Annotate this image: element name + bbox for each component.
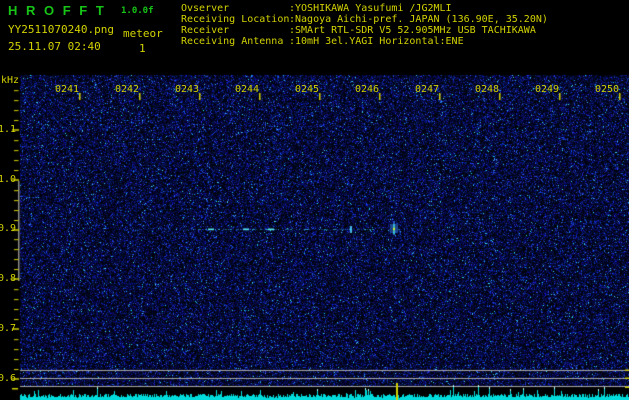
receiving-antenna-value: :10mH 3el.YAGI Horizontal:ENE [289,36,464,47]
app-title: H R O F F T [8,3,107,18]
freq-tick-label: 1.0 [0,174,17,185]
time-tick-label: 0244 [235,84,260,95]
spectrogram-canvas [0,0,629,400]
time-tick-label: 0241 [55,84,80,95]
output-filename: YY2511070240.png [8,23,114,36]
receiving-location-label: Receiving Location [181,14,290,25]
time-tick-label: 0242 [115,84,140,95]
observer-label: Ovserver [181,3,230,14]
freq-tick-label: 0.9 [0,223,17,234]
echo-count: 1 [139,42,146,55]
time-tick-label: 0247 [415,84,440,95]
time-tick-label: 0246 [355,84,380,95]
receiving-location-value: :Nagoya Aichi-pref. JAPAN (136.90E, 35.2… [289,14,548,25]
freq-tick-label: 0.7 [0,323,17,334]
timestamp: 25.11.07 02:40 [8,40,101,53]
freq-axis-unit: kHz [1,75,20,86]
freq-tick-label: 0.6 [0,373,17,384]
receiver-value: :SMArt RTL-SDR V5 52.905MHz USB TACHIKAW… [289,25,536,36]
app-version: 1.0.0f [121,6,154,16]
freq-tick-label: 1.1 [0,124,17,135]
time-tick-label: 0245 [295,84,320,95]
mode-label: meteor [123,27,163,40]
time-tick-label: 0243 [175,84,200,95]
time-tick-label: 0249 [535,84,560,95]
receiver-label: Receiver [181,25,230,36]
time-tick-label: 0250 [595,84,620,95]
hrofft-window: H R O F F T 1.0.0f YY2511070240.png mete… [0,0,629,400]
receiving-antenna-label: Receiving Antenna [181,36,284,47]
freq-tick-label: 0.8 [0,273,17,284]
time-tick-label: 0248 [475,84,500,95]
observer-value: :YOSHIKAWA Yasufumi /JG2MLI [289,3,452,14]
